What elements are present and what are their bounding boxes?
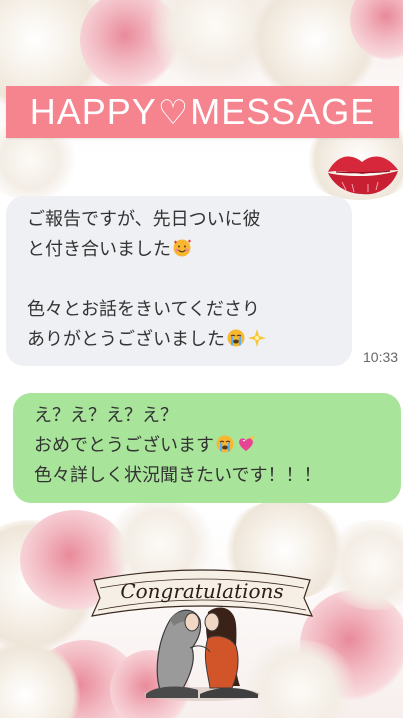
chat-screen: HAPPY♡MESSAGE ご報告ですが、先日ついに彼 と付き合いました 色々と… xyxy=(0,0,403,718)
banner-title-right: MESSAGE xyxy=(190,91,376,132)
banner-title: HAPPY♡MESSAGE xyxy=(30,91,376,133)
message-timestamp: 10:33 xyxy=(363,349,399,365)
sparkle-icon xyxy=(248,329,266,347)
smiling-face-with-hearts-icon xyxy=(173,239,191,257)
happy-message-banner: HAPPY♡MESSAGE xyxy=(6,86,399,138)
received-line-1: ご報告ですが、先日ついに彼 xyxy=(27,209,261,230)
heart-outline-icon: ♡ xyxy=(157,94,190,132)
loudly-crying-face-icon xyxy=(216,435,234,453)
sent-line-3: 色々詳しく状況聞きたいです！！！ xyxy=(34,465,322,486)
kissing-couple-illustration xyxy=(144,607,260,701)
received-message-bubble: ご報告ですが、先日ついに彼 と付き合いました 色々とお話をきいてくださり ありが… xyxy=(6,196,352,366)
loudly-crying-face-icon xyxy=(227,329,245,347)
received-line-4: ありがとうございました xyxy=(27,325,334,355)
sent-line-1: え？え？え？え？ xyxy=(34,405,178,426)
banner-title-left: HAPPY xyxy=(29,91,157,132)
kiss-lips-icon xyxy=(328,156,398,195)
sparkling-heart-icon xyxy=(239,435,255,451)
received-line-2: と付き合いました xyxy=(27,235,334,265)
sent-line-2: おめでとうございます xyxy=(34,431,401,461)
sent-message-bubble: え？え？え？え？ おめでとうございます 色々詳しく状況聞きたいです！！！ xyxy=(13,393,401,503)
received-line-3: 色々とお話をきいてくださり xyxy=(27,299,260,320)
